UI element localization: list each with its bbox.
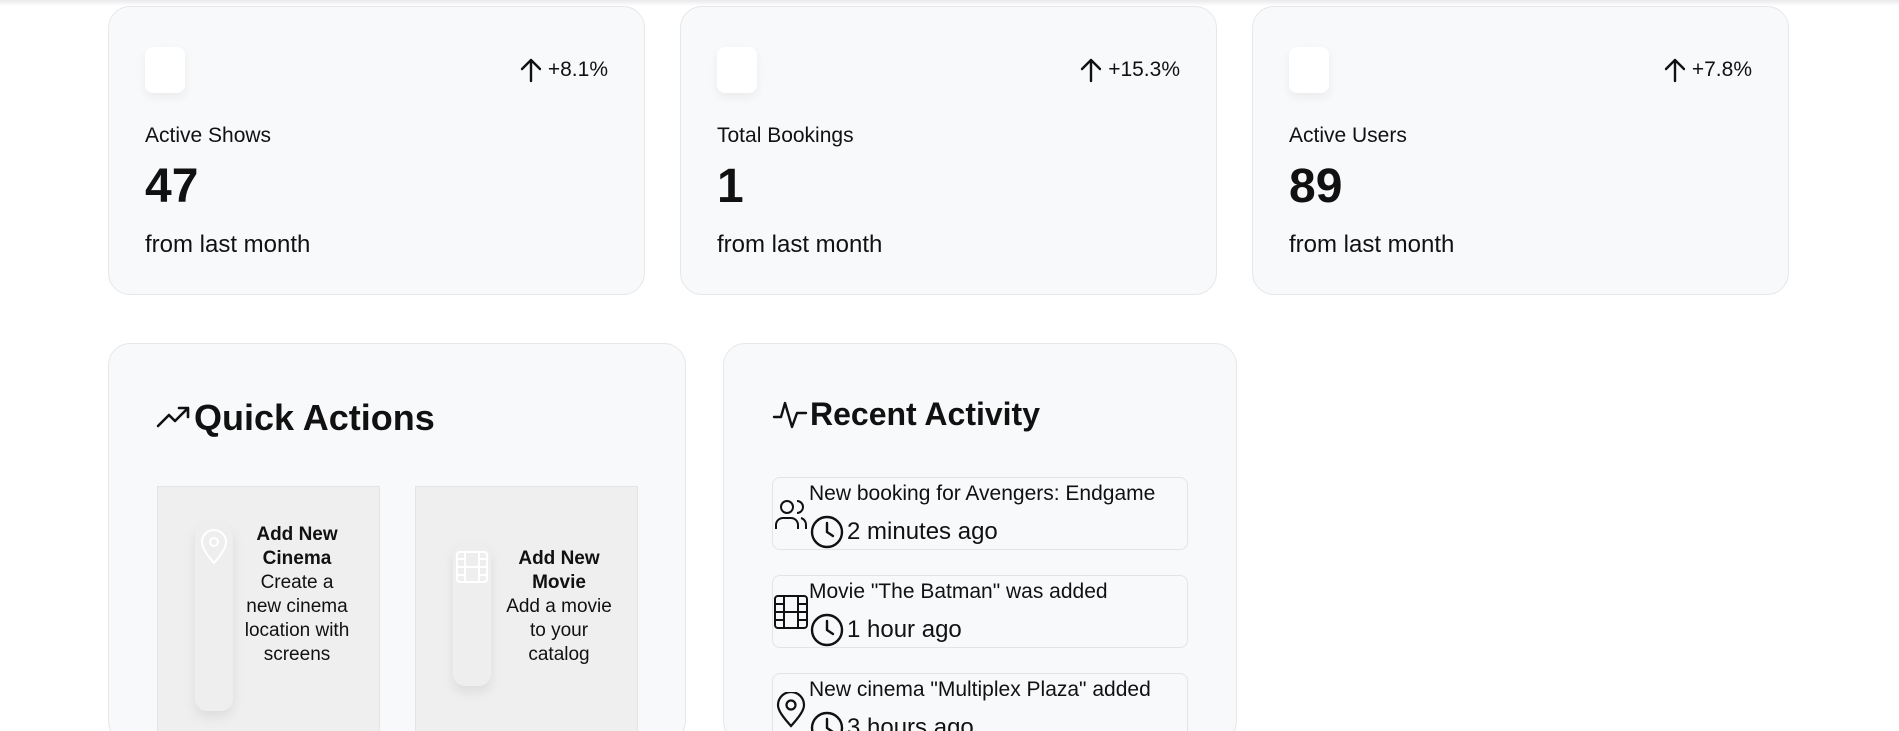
stat-value: 89 (1289, 160, 1343, 213)
activity-time-text: 3 hours ago (847, 714, 974, 731)
activity-time: 3 hours ago (809, 710, 974, 731)
activity-icon (772, 401, 808, 428)
activity-item[interactable]: Movie "The Batman" was added 1 hour ago (772, 575, 1188, 648)
stat-change-value: +15.3% (1108, 58, 1180, 81)
recent-activity-title: Recent Activity (772, 396, 1040, 433)
qa-title: Add New Cinema (256, 524, 338, 569)
stat-value: 1 (717, 160, 744, 213)
stat-value: 47 (145, 160, 199, 213)
stat-label: Active Users (1289, 124, 1407, 147)
users-icon (775, 500, 807, 529)
calendar-icon (145, 47, 185, 93)
film-icon (453, 544, 491, 686)
map-pin-icon (776, 692, 806, 728)
activity-time: 2 minutes ago (809, 514, 998, 550)
arrow-up-icon (520, 58, 542, 83)
activity-text: New booking for Avengers: Endgame (809, 482, 1156, 505)
arrow-up-icon (1080, 58, 1102, 83)
stat-card-total-bookings: +15.3% Total Bookings 1 from last month (680, 6, 1217, 295)
activity-time-text: 2 minutes ago (847, 518, 998, 545)
users-icon (717, 47, 757, 93)
activity-time-text: 1 hour ago (847, 616, 962, 643)
quick-actions-title-text: Quick Actions (194, 397, 435, 438)
stat-change: +7.8% (1664, 57, 1752, 83)
activity-text: New cinema "Multiplex Plaza" added (809, 678, 1151, 701)
activity-item[interactable]: New booking for Avengers: Endgame 2 minu… (772, 477, 1188, 550)
clock-icon (810, 515, 844, 549)
stat-change: +8.1% (520, 57, 608, 83)
stat-change: +15.3% (1080, 57, 1180, 83)
recent-activity-title-text: Recent Activity (810, 396, 1040, 432)
stat-subtitle: from last month (717, 231, 883, 258)
stat-change-value: +8.1% (547, 58, 608, 81)
activity-time: 1 hour ago (809, 612, 962, 648)
add-cinema-button[interactable]: Add New Cinema Create a new cinema locat… (157, 486, 380, 731)
stat-label: Active Shows (145, 124, 272, 147)
stat-card-active-shows: +8.1% Active Shows 47 from last month (108, 6, 645, 295)
qa-text: Add New Movie Add a movie to your catalo… (503, 547, 615, 667)
stat-change-value: +7.8% (1691, 58, 1752, 81)
qa-description: Add a movie to your catalog (506, 596, 612, 665)
add-movie-button[interactable]: Add New Movie Add a movie to your catalo… (415, 486, 638, 731)
stat-subtitle: from last month (145, 231, 311, 258)
qa-description: Create a new cinema location with screen… (244, 572, 350, 665)
trending-up-icon (156, 406, 190, 428)
stat-subtitle: from last month (1289, 231, 1455, 258)
qa-title: Add New Movie (518, 548, 600, 593)
stat-label: Total Bookings (717, 124, 854, 147)
quick-actions-title: Quick Actions (156, 397, 435, 439)
film-icon (774, 595, 808, 629)
clock-icon (810, 711, 844, 731)
stat-card-active-users: +7.8% Active Users 89 from last month (1252, 6, 1789, 295)
activity-icon (1289, 47, 1329, 93)
clock-icon (810, 613, 844, 647)
map-pin-icon (195, 523, 233, 711)
qa-text: Add New Cinema Create a new cinema locat… (242, 523, 352, 667)
activity-item[interactable]: New cinema "Multiplex Plaza" added 3 hou… (772, 673, 1188, 731)
activity-text: Movie "The Batman" was added (809, 580, 1108, 603)
arrow-up-icon (1664, 58, 1686, 83)
